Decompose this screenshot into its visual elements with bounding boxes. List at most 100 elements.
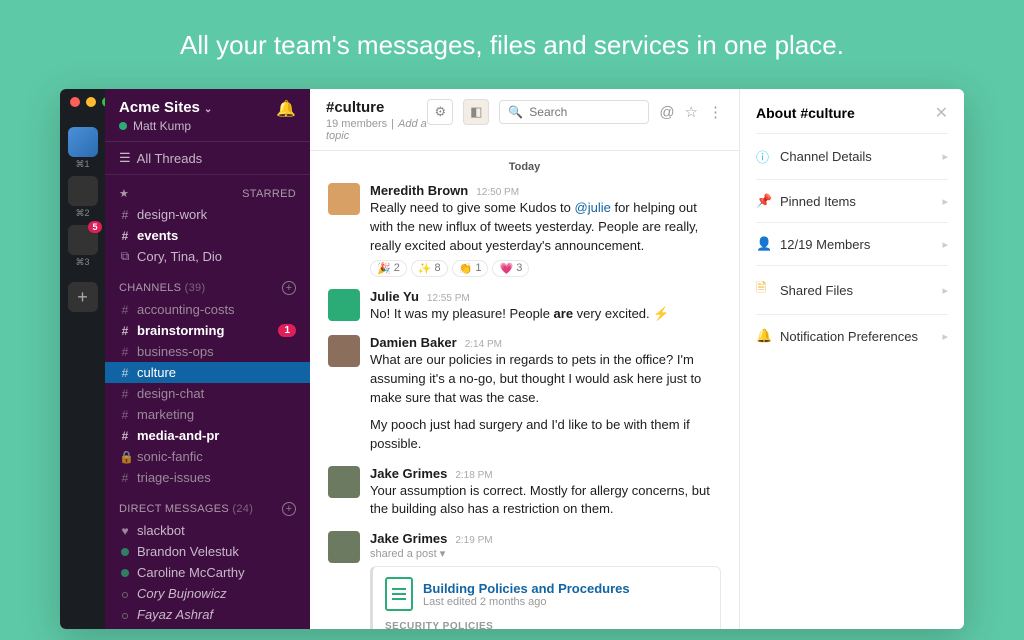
main-pane: #culture 19 members|Add a topic ⚙ ◧ 🔍 @ … bbox=[310, 89, 739, 629]
sidebar-item[interactable]: ⧉Cory, Tina, Dio bbox=[105, 246, 310, 267]
reaction[interactable]: 🎉2 bbox=[370, 260, 407, 277]
avatar[interactable] bbox=[328, 466, 360, 498]
message-time: 2:14 PM bbox=[465, 339, 502, 350]
message-author[interactable]: Damien Baker bbox=[370, 335, 457, 350]
shared-indicator[interactable]: shared a post ▾ bbox=[370, 547, 721, 560]
search-input[interactable]: 🔍 bbox=[499, 100, 649, 124]
sidebar-item[interactable]: Cory Bujnowicz bbox=[105, 583, 310, 604]
avatar[interactable] bbox=[328, 289, 360, 321]
channels-header[interactable]: CHANNELS (39) + bbox=[105, 277, 310, 299]
sidebar: Acme Sites⌄ Matt Kump 🔔 ☰All Threads ★ S… bbox=[105, 89, 310, 629]
avatar[interactable] bbox=[328, 531, 360, 563]
close-icon[interactable]: ✕ bbox=[935, 103, 948, 123]
chevron-right-icon: ▸ bbox=[942, 330, 948, 343]
sidebar-item[interactable]: #business-ops bbox=[105, 341, 310, 362]
channel-prefix-icon: 🔒 bbox=[119, 450, 131, 464]
sidebar-item[interactable]: #design-chat bbox=[105, 383, 310, 404]
channel-prefix-icon: # bbox=[119, 303, 131, 317]
row-icon: 🔔 bbox=[756, 328, 770, 344]
workspace-shortcut: ⌘1 bbox=[68, 159, 98, 170]
hero-tagline: All your team's messages, files and serv… bbox=[0, 0, 1024, 89]
workspace-tile[interactable] bbox=[68, 176, 98, 206]
channel-prefix-icon: # bbox=[119, 387, 131, 401]
message: Jake Grimes2:18 PM Your assumption is co… bbox=[328, 460, 721, 526]
workspace-launcher: ⌘1⌘25⌘3 + bbox=[60, 89, 105, 629]
message-time: 2:19 PM bbox=[455, 535, 492, 546]
sidebar-item[interactable]: #marketing bbox=[105, 404, 310, 425]
sidebar-item[interactable]: 🔒sonic-fanfic bbox=[105, 446, 310, 467]
details-row[interactable]: 🔔Notification Preferences ▸ bbox=[756, 314, 948, 357]
details-row[interactable]: 🗎Shared Files ▸ bbox=[756, 265, 948, 314]
add-channel-button[interactable]: + bbox=[282, 281, 296, 295]
message-author[interactable]: Julie Yu bbox=[370, 289, 419, 304]
document-icon bbox=[385, 577, 413, 611]
add-dm-button[interactable]: + bbox=[282, 502, 296, 516]
workspace-shortcut: ⌘3 bbox=[68, 257, 98, 268]
channel-prefix-icon: # bbox=[119, 366, 131, 380]
details-row[interactable]: ⓘChannel Details ▸ bbox=[756, 133, 948, 179]
toggle-pane-icon[interactable]: ◧ bbox=[463, 99, 489, 125]
sidebar-item[interactable]: #media-and-pr bbox=[105, 425, 310, 446]
channel-prefix-icon: ⧉ bbox=[119, 249, 131, 264]
add-workspace-button[interactable]: + bbox=[68, 282, 98, 312]
message-list: Today Meredith Brown12:50 PM Really need… bbox=[310, 151, 739, 629]
channel-details-pane: About #culture ✕ ⓘChannel Details ▸ 📌Pin… bbox=[739, 89, 964, 629]
details-title: About #culture bbox=[756, 105, 855, 121]
message: Damien Baker2:14 PM What are our policie… bbox=[328, 329, 721, 459]
channel-subtitle[interactable]: 19 members|Add a topic bbox=[326, 118, 427, 142]
reaction[interactable]: 💗3 bbox=[492, 260, 529, 277]
sidebar-item[interactable]: ♥slackbot bbox=[105, 520, 310, 541]
message-author[interactable]: Jake Grimes bbox=[370, 531, 447, 546]
team-switcher[interactable]: Acme Sites⌄ bbox=[119, 99, 212, 116]
details-row[interactable]: 👤12/19 Members ▸ bbox=[756, 222, 948, 265]
minimize-icon[interactable] bbox=[86, 97, 96, 107]
sidebar-item[interactable]: Caroline McCarthy bbox=[105, 562, 310, 583]
message-author[interactable]: Jake Grimes bbox=[370, 466, 447, 481]
avatar[interactable] bbox=[328, 335, 360, 367]
app-window: ⌘1⌘25⌘3 + Acme Sites⌄ Matt Kump 🔔 ☰All T… bbox=[60, 89, 964, 629]
workspace-tile[interactable]: 5 bbox=[68, 225, 98, 255]
details-row[interactable]: 📌Pinned Items ▸ bbox=[756, 179, 948, 222]
sidebar-item[interactable]: Fayaz Ashraf bbox=[105, 604, 310, 625]
post-attachment[interactable]: Building Policies and ProceduresLast edi… bbox=[370, 566, 721, 629]
workspace-tile[interactable] bbox=[68, 127, 98, 157]
row-icon: ⓘ bbox=[756, 147, 770, 166]
star-icon[interactable]: ☆ bbox=[685, 103, 698, 121]
user-presence[interactable]: Matt Kump bbox=[119, 119, 212, 133]
chevron-right-icon: ▸ bbox=[942, 238, 948, 251]
dm-header[interactable]: DIRECT MESSAGES (24) + bbox=[105, 498, 310, 520]
sidebar-item[interactable]: #events bbox=[105, 225, 310, 246]
channel-prefix-icon bbox=[119, 608, 131, 622]
close-icon[interactable] bbox=[70, 97, 80, 107]
reaction[interactable]: ✨8 bbox=[411, 260, 448, 277]
notifications-icon[interactable]: 🔔 bbox=[276, 99, 296, 119]
sidebar-item[interactable]: #brainstorming1 bbox=[105, 320, 310, 341]
channel-prefix-icon bbox=[119, 587, 131, 601]
channel-prefix-icon bbox=[119, 566, 131, 580]
sidebar-item[interactable]: Graham Hicks bbox=[105, 625, 310, 629]
row-icon: 📌 bbox=[756, 193, 770, 209]
sidebar-item[interactable]: Brandon Velestuk bbox=[105, 541, 310, 562]
channel-prefix-icon: # bbox=[119, 345, 131, 359]
starred-header: ★ STARRED bbox=[105, 183, 310, 204]
message-author[interactable]: Meredith Brown bbox=[370, 183, 468, 198]
sidebar-item[interactable]: #design-work bbox=[105, 204, 310, 225]
avatar[interactable] bbox=[328, 183, 360, 215]
settings-icon[interactable]: ⚙ bbox=[427, 99, 453, 125]
mentions-icon[interactable]: @ bbox=[659, 104, 674, 121]
sidebar-item[interactable]: #culture bbox=[105, 362, 310, 383]
more-icon[interactable]: ⋮ bbox=[708, 103, 723, 121]
channel-prefix-icon bbox=[119, 629, 131, 630]
message: Julie Yu12:55 PM No! It was my pleasure!… bbox=[328, 283, 721, 330]
channel-prefix-icon: # bbox=[119, 429, 131, 443]
sidebar-item[interactable]: #accounting-costs bbox=[105, 299, 310, 320]
message: Meredith Brown12:50 PM Really need to gi… bbox=[328, 177, 721, 283]
reaction[interactable]: 👏1 bbox=[452, 260, 489, 277]
sidebar-item[interactable]: #triage-issues bbox=[105, 467, 310, 488]
channel-title[interactable]: #culture bbox=[326, 99, 427, 116]
channel-prefix-icon: # bbox=[119, 408, 131, 422]
message-time: 12:55 PM bbox=[427, 293, 470, 304]
all-threads[interactable]: ☰All Threads bbox=[105, 142, 310, 175]
message-time: 2:18 PM bbox=[455, 470, 492, 481]
chevron-right-icon: ▸ bbox=[942, 284, 948, 297]
